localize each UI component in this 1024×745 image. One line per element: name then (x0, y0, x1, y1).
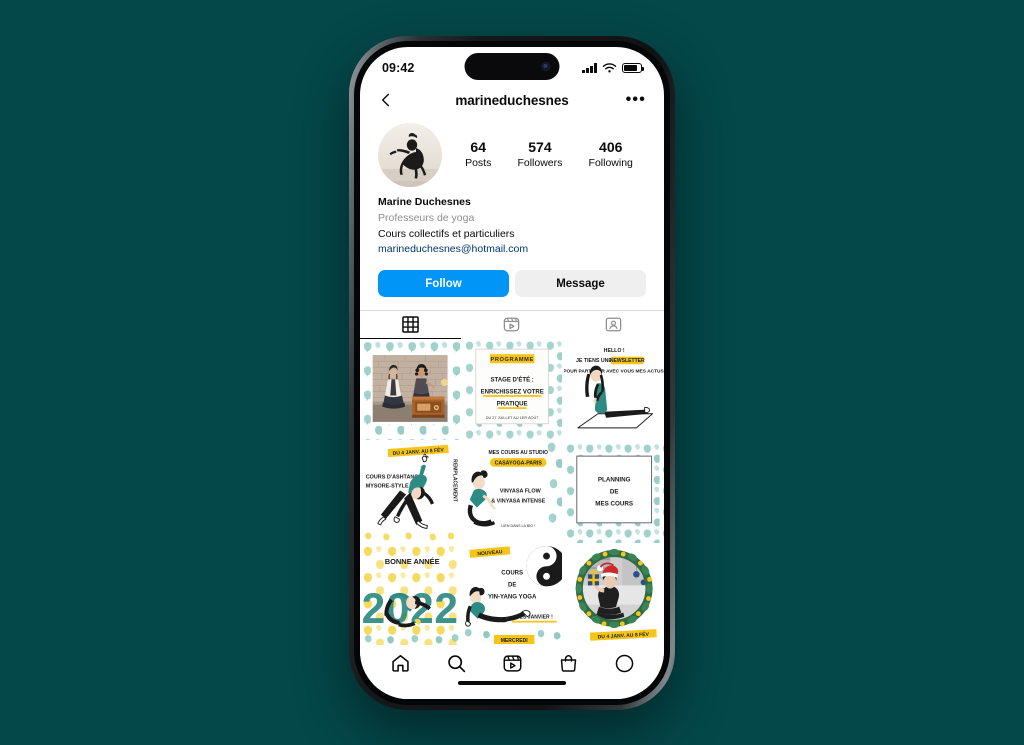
stat-following[interactable]: 406 Following (589, 139, 633, 170)
svg-text:LIEN DANS LA BIO !: LIEN DANS LA BIO ! (501, 523, 535, 527)
tab-tagged[interactable] (563, 311, 664, 339)
svg-text:ENRICHISSEZ VOTRE: ENRICHISSEZ VOTRE (480, 390, 543, 396)
svg-text:NEWSLETTER: NEWSLETTER (610, 358, 645, 364)
profile-description: Cours collectifs et particuliers (378, 227, 515, 240)
svg-text:DE: DE (508, 582, 516, 588)
post-8[interactable]: NOUVEAU COURS DE YIN-YANG YOGA DÈS JANVI (461, 544, 563, 645)
tagged-icon (605, 317, 622, 332)
svg-text:CASAYOGA-PARIS: CASAYOGA-PARIS (494, 460, 542, 466)
phone-frame: 09:42 marineduchesnes ••• 64 Posts 574 F… (349, 36, 675, 710)
wifi-icon (602, 62, 617, 73)
post-4[interactable]: DU 4 JANV. AU 8 FÉV COURS D'ASHTANGA MYS… (360, 441, 461, 543)
post-grid: PROGRAMME STAGE D'ÉTÉ : ENRICHISSEZ VOTR… (360, 339, 664, 645)
svg-text:STAGE D'ÉTÉ :: STAGE D'ÉTÉ : (490, 375, 533, 383)
battery-icon (622, 62, 644, 74)
stat-posts[interactable]: 64 Posts (465, 139, 491, 170)
home-indicator (360, 681, 664, 699)
more-options-icon[interactable]: ••• (626, 92, 646, 108)
follow-button[interactable]: Follow (378, 270, 509, 297)
post-3[interactable]: HELLO ! JE TIENS UNE NEWSLETTER POUR PAR… (563, 339, 664, 440)
stat-posts-number: 64 (470, 139, 486, 156)
stat-posts-label: Posts (465, 156, 492, 169)
front-camera-icon (541, 62, 551, 71)
stat-following-label: Following (588, 156, 633, 169)
profile-category: Professeurs de yoga (378, 211, 475, 224)
status-icons (582, 62, 644, 74)
profile-scroll-area: 64 Posts 574 Followers 406 Following Mar… (360, 115, 664, 645)
profile-tab-bar (360, 310, 664, 339)
svg-text:2: 2 (434, 585, 458, 632)
stat-followers-number: 574 (528, 139, 552, 156)
reels-icon (504, 317, 520, 332)
profile-actions: Follow Message (360, 258, 664, 297)
phone-bezel: 09:42 marineduchesnes ••• 64 Posts 574 F… (354, 41, 670, 705)
back-chevron-icon[interactable] (378, 92, 394, 108)
svg-text:HELLO !: HELLO ! (603, 348, 624, 354)
shop-icon (560, 654, 576, 672)
svg-text:MERCREDI: MERCREDI (501, 638, 529, 644)
svg-text:MES COURS: MES COURS (595, 500, 633, 507)
post-6[interactable]: PLANNING DE MES COURS (563, 441, 664, 543)
svg-text:BONNE ANNÉE: BONNE ANNÉE (385, 557, 440, 566)
stat-following-number: 406 (599, 139, 623, 156)
bottom-nav-home[interactable] (390, 653, 411, 674)
svg-text:PRATIQUE: PRATIQUE (497, 402, 528, 408)
grid-icon (402, 316, 419, 333)
svg-text:POUR PARTAGER AVEC VOUS MES AC: POUR PARTAGER AVEC VOUS MES ACTUS. (564, 368, 664, 374)
svg-text:JE TIENS UNE: JE TIENS UNE (576, 358, 612, 364)
cellular-signal-icon (582, 63, 597, 73)
profile-email-link[interactable]: marineduchesnes@hotmail.com (378, 242, 646, 258)
bottom-nav-bar (360, 645, 664, 681)
post-2[interactable]: PROGRAMME STAGE D'ÉTÉ : ENRICHISSEZ VOTR… (461, 339, 563, 440)
profile-nav-bar: marineduchesnes ••• (360, 85, 664, 115)
svg-text:2: 2 (362, 585, 386, 632)
post-1[interactable] (360, 339, 461, 440)
svg-text:& VINYASA INTENSE: & VINYASA INTENSE (491, 498, 545, 504)
message-button[interactable]: Message (515, 270, 646, 297)
profile-bio: Marine Duchesnes Professeurs de yoga Cou… (360, 187, 664, 258)
tab-grid[interactable] (360, 311, 462, 339)
home-icon (391, 654, 409, 672)
bottom-nav-reels[interactable] (502, 653, 523, 674)
search-icon (447, 654, 465, 672)
svg-text:COURS: COURS (501, 570, 523, 576)
svg-text:VINYASA FLOW: VINYASA FLOW (500, 488, 542, 494)
svg-text:DU 27 JUILLET AU 1ER AOÛT: DU 27 JUILLET AU 1ER AOÛT (486, 415, 540, 420)
stat-followers-label: Followers (517, 156, 563, 169)
tab-reels[interactable] (461, 311, 562, 339)
status-bar: 09:42 (360, 47, 664, 85)
bottom-nav-profile[interactable] (614, 653, 635, 674)
svg-text:YIN-YANG YOGA: YIN-YANG YOGA (488, 595, 537, 601)
svg-text:PLANNING: PLANNING (598, 476, 631, 483)
bottom-nav-search[interactable] (446, 653, 467, 674)
svg-text:MES COURS AU STUDIO: MES COURS AU STUDIO (488, 450, 548, 456)
avatar[interactable] (378, 123, 442, 187)
post-5[interactable]: MES COURS AU STUDIO CASAYOGA-PARIS VINYA… (461, 441, 563, 543)
status-time: 09:42 (382, 61, 415, 75)
post-7[interactable]: BONNE ANNÉE 2 0 2 2 (360, 544, 461, 645)
bottom-nav-shop[interactable] (558, 653, 579, 674)
post-9[interactable]: DU 4 JANV. AU 8 FÉV (563, 544, 664, 645)
svg-text:MYSORE-STYLE: MYSORE-STYLE (366, 483, 409, 489)
profile-circle-icon (615, 654, 633, 672)
profile-display-name: Marine Duchesnes (378, 196, 471, 208)
profile-stats: 64 Posts 574 Followers 406 Following (442, 139, 646, 170)
profile-username: marineduchesnes (455, 92, 569, 108)
svg-text:REMPLACEMENT: REMPLACEMENT (452, 459, 458, 503)
svg-text:DE: DE (609, 488, 618, 495)
dynamic-island (464, 53, 560, 80)
reels-icon (503, 654, 521, 672)
profile-header: 64 Posts 574 Followers 406 Following (360, 115, 664, 187)
stat-followers[interactable]: 574 Followers (517, 139, 562, 170)
svg-text:PROGRAMME: PROGRAMME (490, 357, 533, 363)
phone-screen: 09:42 marineduchesnes ••• 64 Posts 574 F… (360, 47, 664, 699)
